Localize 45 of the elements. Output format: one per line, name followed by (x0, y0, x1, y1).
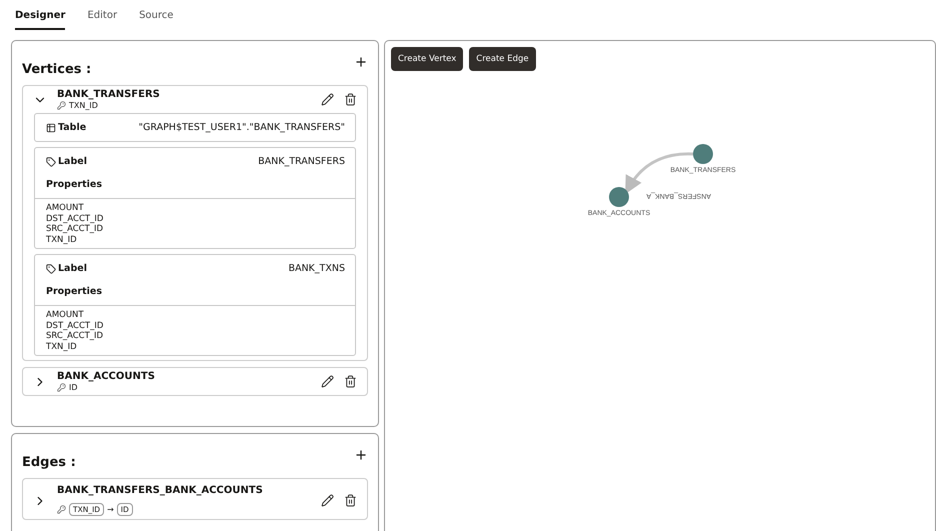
label-value: BANK_TRANSFERS (258, 156, 345, 167)
arrow-symbol: → (107, 505, 114, 514)
graph-node[interactable] (609, 187, 629, 207)
delete-button[interactable] (344, 93, 357, 106)
key-icon (57, 505, 66, 514)
create-button[interactable]: Create Edge (469, 47, 536, 71)
tab[interactable]: Designer (15, 10, 66, 30)
key-icon (57, 101, 66, 110)
property-name: SRC_ACCT_ID (46, 224, 104, 234)
property-name: DST_ACCT_ID (46, 320, 104, 331)
edit-button[interactable] (321, 375, 334, 388)
add-button[interactable] (354, 55, 368, 69)
graph-node[interactable] (693, 144, 713, 164)
property-name: DST_ACCT_ID (46, 214, 104, 224)
add-button[interactable] (354, 448, 368, 462)
table-icon (46, 122, 56, 132)
create-button[interactable]: Create Vertex (391, 47, 464, 71)
edit-button[interactable] (321, 494, 334, 507)
table-label: Table (58, 122, 86, 133)
table-name: "GRAPH$TEST_USER1"."BANK_TRANSFERS" (138, 122, 345, 133)
tag-icon (46, 156, 56, 166)
tab[interactable]: Editor (87, 10, 118, 30)
key-icon (57, 383, 66, 392)
edge-name: BANK_TRANSFERS_BANK_ACCOUNTS (57, 485, 264, 496)
tag-icon (46, 264, 56, 274)
properties-heading: Properties (45, 285, 103, 299)
edit-button[interactable] (321, 93, 334, 106)
vertex-name: BANK_ACCOUNTS (57, 371, 156, 382)
property-name: AMOUNT (46, 310, 85, 320)
property-name: SRC_ACCT_ID (46, 331, 104, 342)
tab[interactable]: Source (139, 10, 174, 30)
vertex-name: BANK_TRANSFERS (57, 89, 161, 100)
delete-button[interactable] (344, 494, 357, 507)
key-column: ID (69, 383, 78, 392)
section-title: Vertices : (22, 61, 92, 77)
section-title: Edges : (22, 454, 76, 470)
label-heading: Label (58, 156, 87, 167)
property-name: AMOUNT (46, 203, 85, 214)
label-heading: Label (58, 263, 87, 274)
delete-button[interactable] (344, 375, 357, 388)
properties-heading: Properties (45, 178, 103, 192)
property-name: TXN_ID (46, 234, 78, 245)
label-value: BANK_TXNS (288, 263, 345, 274)
property-name: TXN_ID (46, 342, 78, 352)
key-column: TXN_ID (69, 101, 98, 110)
